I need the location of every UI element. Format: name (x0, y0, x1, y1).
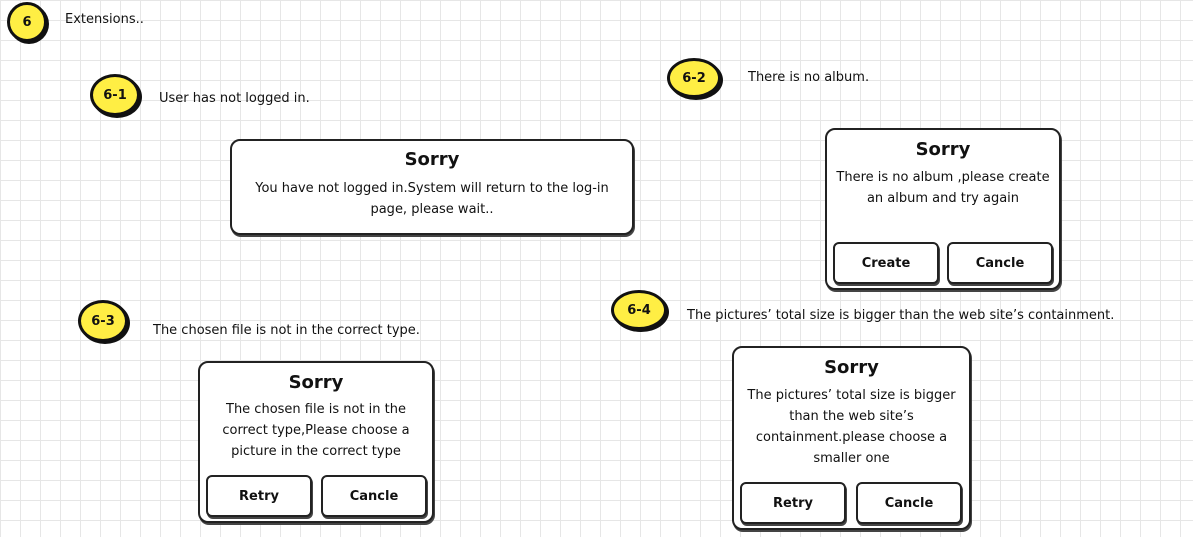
dialog-title: Sorry (915, 139, 971, 160)
dialog-wrong-file-type: Sorry The chosen file is not in the corr… (198, 361, 434, 523)
step-badge-6-1-label: 6-1 (103, 87, 127, 103)
dialog-title: Sorry (404, 149, 460, 170)
cancel-button[interactable]: Cancle (321, 475, 427, 517)
scenario-note-6-2: There is no album. (748, 70, 870, 85)
dialog-title: Sorry (824, 357, 879, 378)
dialog-not-logged-in: Sorry You have not logged in.System will… (230, 139, 634, 235)
step-badge-6-4: 6-4 (611, 290, 667, 330)
dialog-size-exceeded: Sorry The pictures’ total size is bigger… (732, 346, 971, 530)
step-badge-6-2-label: 6-2 (682, 70, 706, 86)
step-badge-6: 6 (7, 2, 47, 42)
dialog-message: There is no album ,please create an albu… (836, 170, 1050, 206)
cancel-button[interactable]: Cancle (856, 482, 962, 524)
dialog-title: Sorry (288, 372, 344, 393)
step-badge-6-1: 6-1 (90, 74, 140, 116)
dialog-message: The pictures’ total size is bigger than … (747, 388, 956, 466)
retry-button[interactable]: Retry (740, 482, 846, 524)
step-badge-6-4-label: 6-4 (627, 302, 651, 318)
dialog-no-album: Sorry There is no album ,please create a… (825, 128, 1061, 290)
retry-button[interactable]: Retry (206, 475, 312, 517)
create-button[interactable]: Create (833, 242, 939, 284)
step-badge-6-2: 6-2 (667, 58, 721, 98)
dialog-message: You have not logged in.System will retur… (255, 181, 609, 217)
step-badge-6-3: 6-3 (78, 300, 128, 342)
step-badge-6-label: 6 (22, 14, 32, 30)
page-title: Extensions.. (65, 12, 144, 27)
dialog-message: The chosen file is not in the correct ty… (222, 402, 410, 459)
scenario-note-6-1: User has not logged in. (159, 91, 310, 106)
step-badge-6-3-label: 6-3 (91, 313, 115, 329)
cancel-button[interactable]: Cancle (947, 242, 1053, 284)
scenario-note-6-4: The pictures’ total size is bigger than … (687, 308, 1115, 323)
scenario-note-6-3: The chosen file is not in the correct ty… (153, 323, 420, 338)
